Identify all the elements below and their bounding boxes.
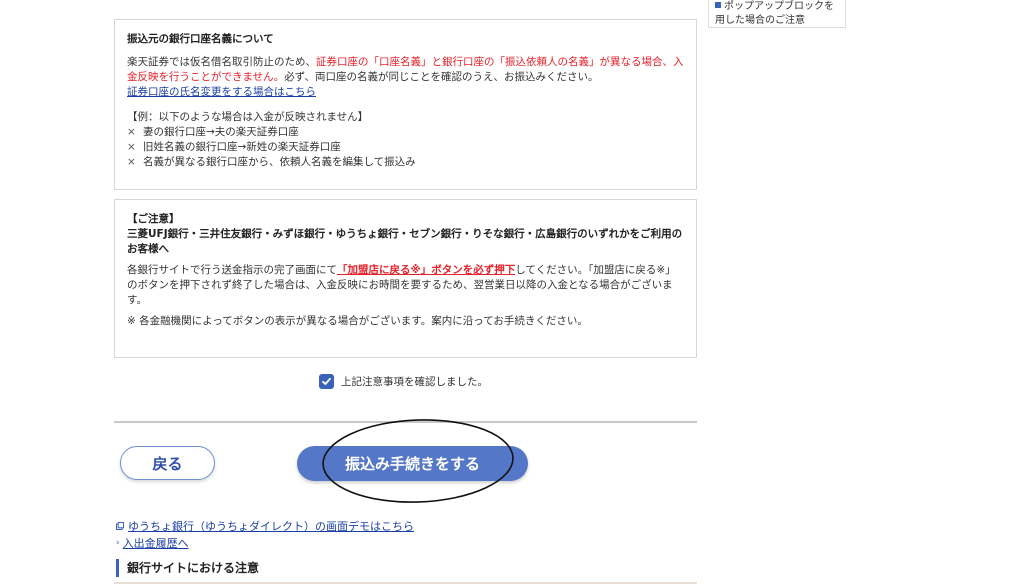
- confirm-checkbox[interactable]: [319, 373, 334, 389]
- history-link-row[interactable]: › 入出金履歴へ: [116, 535, 189, 551]
- deposit-history-link[interactable]: 入出金履歴へ: [123, 535, 189, 551]
- yucho-demo-link[interactable]: ゆうちょ銀行（ゆうちょダイレクト）の画面デモはこちら: [128, 518, 414, 534]
- sidebar-popup-notice[interactable]: ポップアップブロックを 用した場合のご注意: [708, 0, 846, 28]
- section-title: 銀行サイトにおける注意: [116, 559, 699, 577]
- account-name-notice-box: 振込元の銀行口座名義について 楽天証券では仮名借名取引防止のため、証券口座の「口…: [114, 19, 697, 190]
- sidebar-notice-line2: 用した場合のご注意: [715, 15, 805, 26]
- x-mark-icon: ×: [127, 156, 136, 168]
- example-title: 【例：以下のような場合は入金が反映されません】: [127, 111, 369, 123]
- bullet-square-icon: [715, 2, 721, 8]
- external-window-icon: [116, 522, 124, 530]
- example-item: × 妻の銀行口座→夫の楽天証券口座: [127, 126, 299, 138]
- example-item: × 名義が異なる銀行口座から、依頼人名義を編集して振込み: [127, 156, 416, 168]
- caution-title: 【ご注意】: [127, 213, 180, 225]
- example-item: × 旧姓名義の銀行口座→新姓の楽天証券口座: [127, 141, 341, 153]
- divider: [114, 421, 697, 423]
- x-mark-icon: ×: [127, 126, 136, 138]
- account-name-notice-text: 楽天証券では仮名借名取引防止のため、証券口座の「口座名義」と銀行口座の「振込依頼…: [127, 56, 684, 83]
- confirm-label: 上記注意事項を確認しました。: [341, 375, 488, 388]
- check-icon: [322, 377, 331, 385]
- divider: [114, 582, 697, 584]
- account-name-notice-title: 振込元の銀行口座名義について: [127, 33, 274, 45]
- x-mark-icon: ×: [127, 141, 136, 153]
- caution-note: ※ 各金融機関によってボタンの表示が異なる場合がございます。案内に沿ってお手続き…: [127, 315, 588, 327]
- return-to-merchant-emphasis: 「加盟店に戻る※」ボタンを必ず押下: [337, 264, 516, 276]
- back-button[interactable]: 戻る: [120, 446, 215, 480]
- demo-link-row[interactable]: ゆうちょ銀行（ゆうちょダイレクト）の画面デモはこちら: [116, 518, 414, 534]
- bank-caution-box: 【ご注意】 三菱UFJ銀行・三井住友銀行・みずほ銀行・ゆうちょ銀行・セブン銀行・…: [114, 199, 697, 358]
- confirm-checkbox-row[interactable]: 上記注意事項を確認しました。: [319, 373, 488, 389]
- caution-text: 各銀行サイトで行う送金指示の完了画面にて「加盟店に戻る※」ボタンを必ず押下してく…: [127, 264, 676, 306]
- caution-target-banks: 三菱UFJ銀行・三井住友銀行・みずほ銀行・ゆうちょ銀行・セブン銀行・りそな銀行・…: [127, 228, 683, 255]
- arrow-right-icon: ›: [116, 538, 120, 548]
- submit-transfer-button[interactable]: 振込み手続きをする: [297, 446, 528, 481]
- name-change-link[interactable]: 証券口座の氏名変更をする場合はこちら: [127, 86, 316, 98]
- sidebar-notice-line1: ポップアップブロックを: [715, 0, 839, 14]
